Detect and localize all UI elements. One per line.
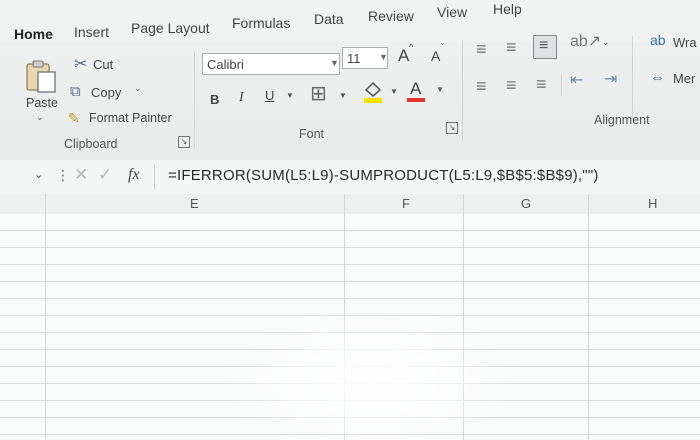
copy-button[interactable]: Copy: [91, 85, 121, 100]
tab-home[interactable]: Home: [14, 26, 53, 42]
formula-bar: ⌄ ⋮ ✕ ✓ fx =IFERROR(SUM(L5:L9)-SUMPRODUC…: [0, 160, 700, 195]
orientation-icon[interactable]: ab↗: [570, 34, 601, 50]
copy-dropdown-chevron-icon[interactable]: ⌄: [134, 84, 142, 93]
tab-review[interactable]: Review: [368, 8, 414, 24]
font-size-dropdown-icon[interactable]: ▼: [379, 52, 388, 62]
align-middle-icon[interactable]: ≡: [506, 38, 517, 56]
increase-indent-icon[interactable]: ⇥: [604, 72, 617, 88]
borders-icon[interactable]: ⊞: [310, 84, 327, 104]
align-bottom-button[interactable]: ≡: [533, 35, 557, 59]
align-bottom-icon: ≡: [539, 37, 549, 54]
clipboard-launcher-icon[interactable]: ↘: [178, 136, 190, 148]
formula-input[interactable]: =IFERROR(SUM(L5:L9)-SUMPRODUCT(L5:L9,$B$…: [168, 167, 599, 184]
tab-view[interactable]: View: [437, 4, 467, 20]
grow-font-caret-icon: ^: [409, 42, 414, 52]
name-box-dropdown-icon[interactable]: ⌄: [34, 170, 43, 181]
font-launcher-icon[interactable]: ↘: [446, 122, 458, 134]
font-color-bar: [407, 98, 425, 102]
font-size-value: 11: [347, 51, 361, 66]
font-color-dropdown-icon[interactable]: ▼: [436, 86, 444, 94]
column-header-e[interactable]: E: [190, 196, 199, 211]
paste-icon[interactable]: [24, 58, 58, 94]
wrap-text-button[interactable]: Wra: [673, 35, 697, 50]
column-header-f[interactable]: F: [402, 196, 410, 211]
group-divider: [194, 52, 195, 148]
font-name-box[interactable]: Calibri: [202, 53, 340, 75]
grow-font-button[interactable]: A: [398, 46, 409, 66]
insert-function-icon[interactable]: fx: [128, 166, 140, 184]
shrink-font-caret-icon: ˇ: [441, 42, 444, 52]
font-group-label: Font: [299, 127, 325, 141]
format-painter-button[interactable]: Format Painter: [89, 111, 172, 125]
shrink-font-button[interactable]: A: [431, 48, 440, 64]
confirm-entry-icon[interactable]: ✓: [98, 166, 112, 183]
italic-button[interactable]: I: [239, 90, 244, 106]
bold-button[interactable]: B: [210, 92, 219, 107]
underline-dropdown-icon[interactable]: ▼: [286, 92, 294, 100]
divider: [561, 74, 562, 96]
cut-button[interactable]: Cut: [93, 57, 113, 72]
font-name-value: Calibri: [207, 57, 244, 72]
more-options-icon[interactable]: ⋮: [56, 168, 70, 182]
clipboard-group-label: Clipboard: [64, 137, 118, 151]
cancel-entry-icon[interactable]: ✕: [74, 166, 88, 183]
align-left-icon[interactable]: ≡: [476, 77, 487, 95]
copy-icon: ⧉: [70, 83, 81, 100]
tab-help[interactable]: Help: [493, 1, 522, 17]
tab-insert[interactable]: Insert: [74, 24, 109, 40]
column-headers: E F G H: [0, 194, 700, 215]
alignment-group-label: Alignment: [594, 113, 650, 127]
borders-dropdown-icon[interactable]: ▼: [339, 92, 347, 100]
align-top-icon[interactable]: ≡: [476, 40, 487, 58]
group-divider: [462, 40, 463, 140]
format-painter-icon: ✎: [68, 110, 80, 126]
tab-page-layout[interactable]: Page Layout: [131, 20, 210, 36]
wrap-text-icon[interactable]: ab: [650, 33, 666, 47]
decrease-indent-icon[interactable]: ⇤: [570, 73, 583, 89]
font-color-button[interactable]: A: [410, 79, 421, 99]
underline-button[interactable]: U: [265, 88, 274, 103]
align-center-icon[interactable]: ≡: [506, 76, 517, 94]
column-header-h[interactable]: H: [648, 196, 657, 211]
excel-window: Home Insert Page Layout Formulas Data Re…: [0, 0, 700, 440]
merge-center-button[interactable]: Mer: [673, 71, 695, 86]
orientation-dropdown-icon[interactable]: ⌄: [602, 38, 610, 47]
fill-color-icon[interactable]: [362, 80, 384, 104]
group-divider: [632, 36, 633, 120]
tab-data[interactable]: Data: [314, 11, 344, 27]
align-right-icon[interactable]: ≡: [536, 75, 547, 93]
merge-center-icon[interactable]: ⇔: [650, 70, 665, 85]
divider: [154, 164, 155, 190]
tab-formulas[interactable]: Formulas: [232, 15, 290, 31]
column-border: [45, 194, 46, 440]
column-border: [588, 194, 589, 440]
font-name-dropdown-icon[interactable]: ▼: [330, 58, 339, 68]
fill-color-dropdown-icon[interactable]: ▼: [390, 88, 398, 96]
paste-dropdown-chevron-icon[interactable]: ⌄: [36, 113, 44, 122]
paste-button[interactable]: Paste: [26, 96, 58, 110]
column-header-g[interactable]: G: [521, 196, 531, 211]
scissors-icon: ✂: [74, 56, 88, 73]
